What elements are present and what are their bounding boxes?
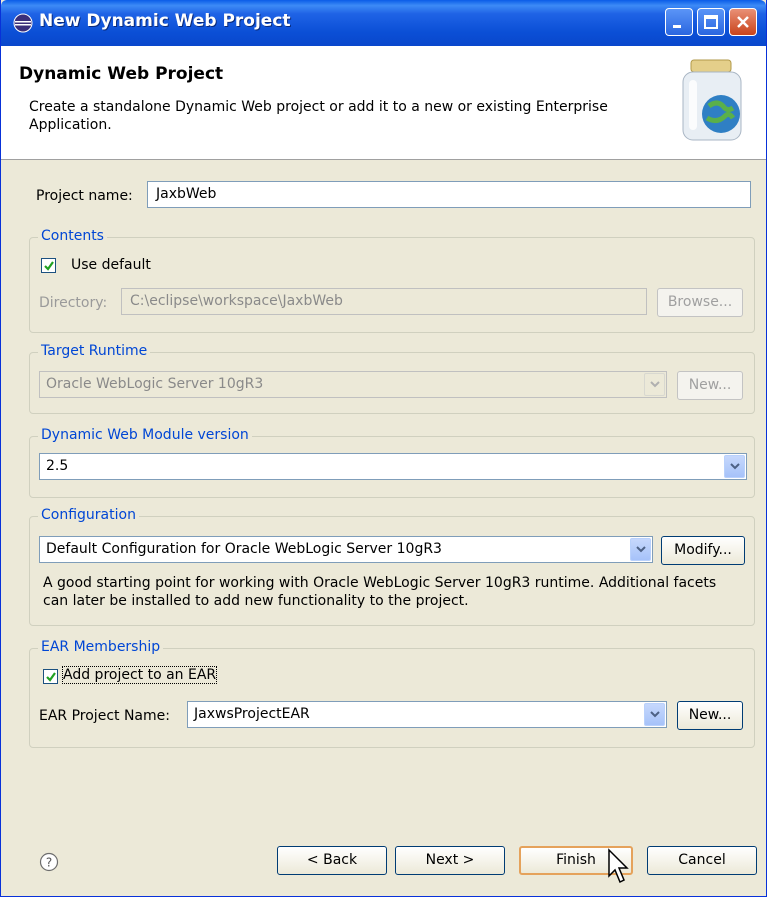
window-title: New Dynamic Web Project bbox=[39, 11, 291, 31]
checkmark-icon bbox=[46, 672, 56, 682]
page-description: Create a standalone Dynamic Web project … bbox=[29, 99, 608, 133]
ear-new-button[interactable]: New... bbox=[677, 701, 743, 730]
target-runtime-select[interactable]: Oracle WebLogic Server 10gR3 bbox=[39, 371, 667, 398]
module-version-legend: Dynamic Web Module version bbox=[38, 427, 252, 443]
target-runtime-dropdown-button[interactable] bbox=[644, 373, 665, 396]
title-bar[interactable]: New Dynamic Web Project bbox=[1, 0, 766, 46]
target-runtime-legend: Target Runtime bbox=[38, 343, 151, 359]
project-name-input[interactable]: JaxbWeb bbox=[147, 181, 751, 208]
chevron-down-icon bbox=[650, 381, 660, 388]
close-icon bbox=[737, 16, 749, 28]
mouse-cursor-icon bbox=[608, 848, 629, 884]
wizard-body: Project name: JaxbWeb Contents Use defau… bbox=[1, 161, 766, 797]
ear-project-name-label: EAR Project Name: bbox=[39, 708, 170, 724]
maximize-icon bbox=[704, 15, 718, 29]
checkmark-icon bbox=[44, 261, 54, 271]
help-icon[interactable]: ? bbox=[39, 852, 59, 872]
web-project-jar-icon bbox=[682, 59, 742, 141]
use-default-checkbox[interactable] bbox=[41, 258, 56, 273]
wizard-footer: ? < Back Next > Finish Cancel bbox=[1, 798, 766, 896]
ear-project-value: JaxwsProjectEAR bbox=[194, 706, 310, 722]
close-button[interactable] bbox=[729, 8, 757, 36]
modify-button[interactable]: Modify... bbox=[661, 536, 745, 565]
module-version-dropdown-button[interactable] bbox=[724, 455, 745, 478]
maximize-button[interactable] bbox=[697, 8, 725, 36]
contents-group: Contents bbox=[29, 228, 755, 333]
chevron-down-icon bbox=[730, 463, 740, 470]
project-name-label: Project name: bbox=[36, 188, 133, 204]
ear-membership-legend: EAR Membership bbox=[38, 639, 164, 655]
target-runtime-value: Oracle WebLogic Server 10gR3 bbox=[46, 376, 264, 392]
ear-membership-group: EAR Membership bbox=[29, 639, 755, 748]
module-version-select[interactable]: 2.5 bbox=[39, 453, 747, 480]
configuration-legend: Configuration bbox=[38, 507, 139, 523]
ear-project-select[interactable]: JaxwsProjectEAR bbox=[187, 701, 667, 728]
page-title: Dynamic Web Project bbox=[19, 64, 224, 84]
directory-input[interactable]: C:\eclipse\workspace\JaxbWeb bbox=[121, 288, 647, 315]
ear-project-dropdown-button[interactable] bbox=[644, 703, 665, 726]
configuration-value: Default Configuration for Oracle WebLogi… bbox=[46, 541, 442, 557]
header-banner: Dynamic Web Project Create a standalone … bbox=[1, 46, 766, 160]
browse-button[interactable]: Browse... bbox=[657, 288, 743, 317]
dialog-window: New Dynamic Web Project Dynamic Web Proj… bbox=[0, 0, 767, 897]
eclipse-app-icon bbox=[13, 13, 33, 33]
configuration-description: A good starting point for working with O… bbox=[43, 575, 717, 609]
back-button[interactable]: < Back bbox=[277, 846, 387, 875]
use-default-label: Use default bbox=[71, 257, 151, 273]
target-runtime-new-button[interactable]: New... bbox=[677, 371, 743, 400]
svg-text:?: ? bbox=[46, 856, 52, 870]
configuration-dropdown-button[interactable] bbox=[630, 538, 651, 561]
cancel-button[interactable]: Cancel bbox=[647, 846, 757, 875]
chevron-down-icon bbox=[650, 711, 660, 718]
module-version-value: 2.5 bbox=[46, 458, 69, 474]
add-to-ear-label: Add project to an EAR bbox=[61, 666, 218, 684]
minimize-icon bbox=[673, 25, 681, 28]
directory-label: Directory: bbox=[39, 295, 108, 311]
chevron-down-icon bbox=[636, 546, 646, 553]
configuration-select[interactable]: Default Configuration for Oracle WebLogi… bbox=[39, 536, 653, 563]
next-button[interactable]: Next > bbox=[395, 846, 505, 875]
add-to-ear-checkbox[interactable] bbox=[43, 669, 58, 684]
minimize-button[interactable] bbox=[665, 8, 693, 36]
contents-legend: Contents bbox=[38, 228, 107, 244]
